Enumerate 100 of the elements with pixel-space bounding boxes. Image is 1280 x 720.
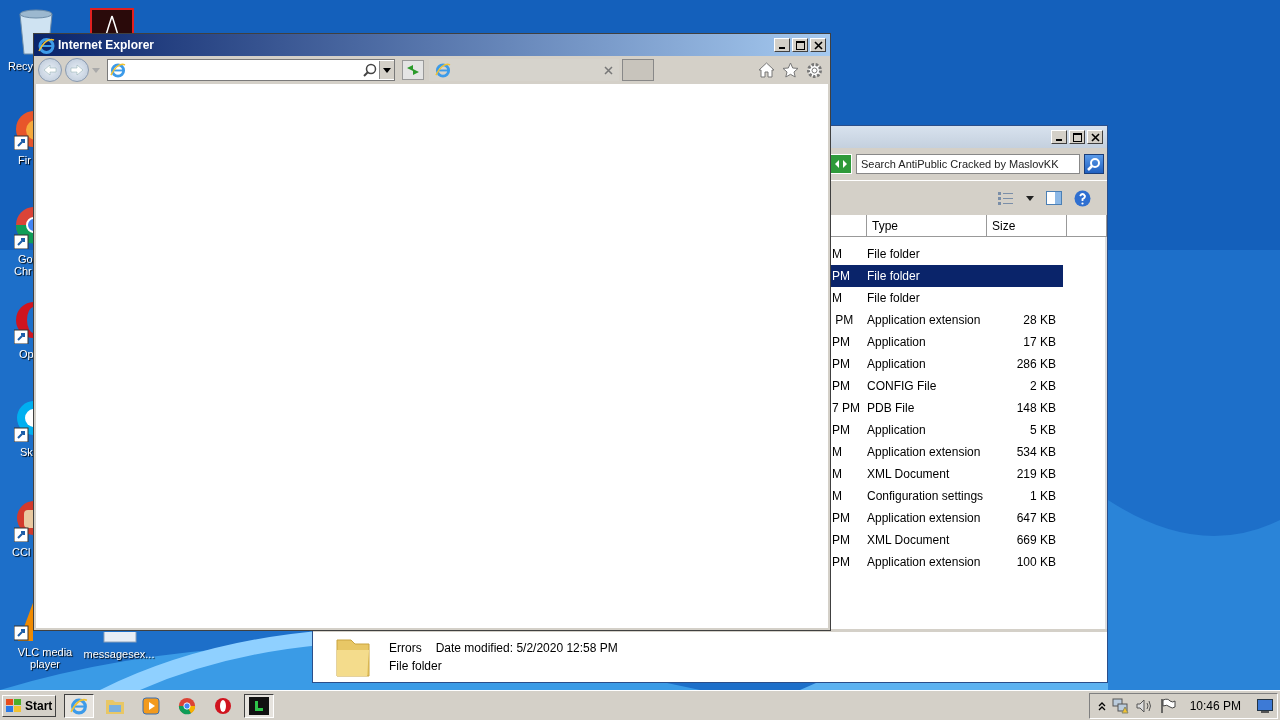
maximize-button[interactable] (792, 38, 808, 52)
table-cell-text: 219 KB (1015, 467, 1056, 481)
forward-arrow-icon (70, 64, 84, 76)
table-cell-text: PM (831, 555, 851, 569)
table-cell-text: 28 KB (1022, 313, 1056, 327)
table-cell-text: PM (831, 357, 851, 371)
icon-label: messagesex... (83, 648, 155, 660)
close-button[interactable] (1087, 130, 1103, 144)
file-row[interactable]: PM XML Document 669 KB (831, 529, 1063, 551)
dropdown-button[interactable] (379, 61, 394, 79)
help-icon[interactable] (1074, 189, 1091, 207)
minimize-button[interactable] (1051, 130, 1067, 144)
file-row[interactable]: M File folder (831, 243, 1063, 265)
maximize-button[interactable] (1069, 130, 1085, 144)
start-button[interactable]: Start (2, 694, 57, 717)
table-cell-text: 647 KB (1015, 511, 1056, 525)
arrows-icon (405, 63, 421, 77)
file-name: Errors (389, 641, 422, 655)
table-cell-text: Configuration settings (867, 489, 985, 503)
file-row[interactable]: M File folder (831, 287, 1063, 309)
table-cell-text: 148 KB (1015, 401, 1056, 415)
table-cell-text: File folder (867, 247, 921, 261)
table-cell-text: PM (831, 511, 851, 525)
folder-icon (333, 636, 373, 678)
document-icon[interactable] (90, 8, 134, 33)
table-cell-text: XML Document (867, 467, 951, 481)
speaker-icon[interactable] (1135, 697, 1154, 714)
window-title: Internet Explorer (58, 38, 156, 52)
chevron-up-icon[interactable] (1097, 700, 1106, 711)
date-modified: Date modified: 5/2/2020 12:58 PM (435, 641, 618, 655)
close-button[interactable] (810, 38, 826, 52)
file-row[interactable]: PM File folder (831, 265, 1063, 287)
table-cell-text: Application extension (867, 313, 982, 327)
page-icon (435, 62, 451, 78)
table-cell-text: XML Document (867, 533, 951, 547)
maximize-icon (1072, 132, 1082, 142)
table-cell-text: M (831, 467, 843, 481)
dropdown-icon[interactable] (1026, 195, 1034, 201)
file-row[interactable]: M Application extension 534 KB (831, 441, 1063, 463)
file-row[interactable]: 7 PM PDB File 148 KB (831, 397, 1063, 419)
refresh-button[interactable] (830, 154, 852, 174)
home-icon[interactable] (758, 61, 775, 78)
show-desktop-icon[interactable] (1257, 698, 1273, 713)
icon-label: player (30, 658, 60, 670)
table-cell-text: PM (831, 335, 851, 349)
column-header[interactable]: Size (986, 215, 1066, 236)
icon-label: Go (18, 253, 33, 265)
browser-icon (38, 36, 55, 54)
file-row[interactable]: PM Application 17 KB (831, 331, 1063, 353)
file-row[interactable]: PM Application extension 28 KB (831, 309, 1063, 331)
network-icon[interactable] (1111, 697, 1130, 714)
table-cell-text: PM (831, 379, 851, 393)
icon-label: Fir (18, 154, 31, 166)
table-cell-text: CONFIG File (867, 379, 938, 393)
table-cell-text: File folder (867, 269, 921, 283)
table-cell-text: PM (831, 423, 851, 437)
close-icon (813, 40, 823, 50)
close-icon[interactable] (604, 65, 613, 75)
browser-icon (70, 696, 89, 715)
file-row[interactable]: PM Application extension 647 KB (831, 507, 1063, 529)
table-cell-text: File folder (867, 291, 921, 305)
table-cell-text: M (831, 291, 843, 305)
play-icon (142, 696, 161, 715)
arrows-icon (834, 159, 848, 169)
search-icon[interactable] (363, 63, 377, 77)
icon-label: Op (19, 348, 34, 360)
taskbar-button[interactable] (64, 693, 95, 718)
table-cell-text: M (831, 489, 843, 503)
file-row[interactable]: PM CONFIG File 2 KB (831, 375, 1063, 397)
minimize-button[interactable] (774, 38, 790, 52)
search-button[interactable] (1084, 154, 1104, 174)
column-header[interactable] (1066, 215, 1107, 236)
clock[interactable]: 10:46 PM (1189, 698, 1241, 713)
file-row[interactable]: PM Application 5 KB (831, 419, 1063, 441)
table-cell-text: PDB File (867, 401, 916, 415)
table-cell-text: Application (867, 357, 927, 371)
star-icon[interactable] (782, 61, 799, 78)
file-row[interactable]: M Configuration settings 1 KB (831, 485, 1063, 507)
settings-icon[interactable] (806, 61, 823, 79)
file-row[interactable]: PM Application 286 KB (831, 353, 1063, 375)
file-row[interactable]: PM Application extension 100 KB (831, 551, 1063, 573)
table-cell-text: 534 KB (1015, 445, 1056, 459)
close-icon (1090, 132, 1100, 142)
icon-label: VLC media (17, 646, 73, 658)
search-field[interactable]: Search AntiPublic Cracked by MaslovKK (856, 154, 1080, 174)
preview-pane-icon[interactable] (1046, 191, 1062, 205)
table-cell-text: 1 KB (1029, 489, 1056, 503)
file-type: File folder (389, 659, 443, 673)
column-header[interactable]: Type (866, 215, 986, 236)
forward-button[interactable] (65, 58, 89, 82)
icon-label: Recy (8, 60, 34, 72)
address-field[interactable] (107, 59, 395, 81)
back-button[interactable] (38, 58, 62, 82)
windows-icon (6, 698, 22, 713)
taskbar-button[interactable] (244, 693, 275, 718)
flag-icon[interactable] (1159, 697, 1176, 714)
compatibility-button[interactable] (402, 60, 424, 80)
table-cell-text: Application extension (867, 555, 982, 569)
maximize-icon (795, 40, 805, 50)
file-row[interactable]: M XML Document 219 KB (831, 463, 1063, 485)
